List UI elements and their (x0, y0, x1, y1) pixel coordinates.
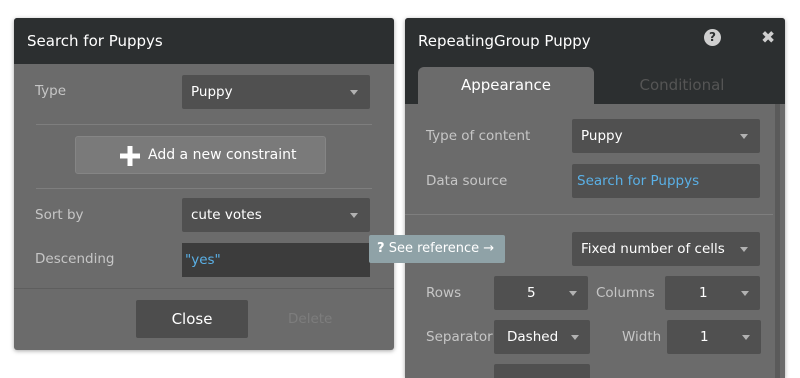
tab-appearance-label: Appearance (460, 76, 552, 94)
descending-input[interactable]: "yes" (182, 243, 370, 277)
data-source-input[interactable]: Search for Puppys (572, 164, 760, 198)
see-reference-tooltip[interactable]: ? See reference → (369, 235, 505, 263)
close-button[interactable]: Close (136, 300, 248, 338)
type-of-content-dropdown[interactable]: Puppy (572, 119, 760, 153)
separator-label: Separator (426, 329, 493, 345)
columns-label: Columns (596, 285, 655, 301)
width-label: Width (622, 329, 662, 345)
plus-icon (120, 146, 140, 166)
type-dropdown[interactable]: Puppy (182, 75, 370, 109)
tab-appearance[interactable]: Appearance (418, 67, 594, 104)
separator-value: Dashed (507, 329, 559, 345)
next-field[interactable] (494, 364, 590, 378)
layout-style-dropdown[interactable]: Fixed number of cells (572, 232, 760, 266)
tab-conditional-label: Conditional (639, 76, 725, 94)
help-icon[interactable]: ? (704, 29, 721, 46)
type-of-content-value: Puppy (581, 128, 623, 144)
divider (36, 188, 372, 189)
rows-label: Rows (426, 285, 462, 301)
descending-value: "yes" (185, 252, 221, 268)
width-value: 1 (700, 329, 709, 345)
descending-label: Descending (35, 251, 115, 267)
chevron-down-icon (350, 90, 358, 95)
data-source-value: Search for Puppys (577, 173, 700, 189)
chevron-down-icon (741, 291, 749, 296)
type-label: Type (35, 83, 67, 99)
chevron-down-icon (740, 134, 748, 139)
search-panel-header: Search for Puppys (14, 18, 394, 64)
divider (14, 288, 394, 289)
sort-by-dropdown[interactable]: cute votes (182, 198, 370, 232)
columns-dropdown[interactable]: 1 (665, 276, 760, 310)
chevron-down-icon (350, 213, 358, 218)
question-icon: ? (377, 241, 385, 256)
sort-by-label: Sort by (35, 207, 84, 223)
type-value: Puppy (191, 84, 233, 100)
type-of-content-label: Type of content (426, 128, 531, 144)
chevron-down-icon (569, 291, 577, 296)
divider (36, 124, 372, 125)
tab-conditional[interactable]: Conditional (594, 67, 770, 104)
repeating-group-header: RepeatingGroup Puppy (405, 18, 785, 64)
close-button-label: Close (171, 310, 213, 328)
close-icon[interactable]: ✖ (761, 28, 775, 48)
chevron-down-icon (740, 247, 748, 252)
search-panel-title: Search for Puppys (27, 32, 163, 50)
add-constraint-button[interactable]: Add a new constraint (75, 136, 326, 174)
scrollbar[interactable] (775, 104, 780, 378)
repeating-group-title: RepeatingGroup Puppy (418, 32, 591, 50)
width-dropdown[interactable]: 1 (667, 320, 761, 354)
chevron-down-icon (742, 335, 750, 340)
search-panel: Search for Puppys Type Puppy Add a new c… (14, 18, 394, 350)
add-constraint-label: Add a new constraint (148, 147, 297, 163)
rows-dropdown[interactable]: 5 (494, 276, 588, 310)
chevron-down-icon (571, 335, 579, 340)
columns-value: 1 (699, 285, 708, 301)
separator-dropdown[interactable]: Dashed (494, 320, 590, 354)
delete-button[interactable]: Delete (288, 311, 332, 327)
divider (405, 214, 773, 215)
layout-style-value: Fixed number of cells (581, 241, 725, 257)
data-source-label: Data source (426, 173, 508, 189)
rows-value: 5 (527, 285, 536, 301)
sort-by-value: cute votes (191, 207, 262, 223)
see-reference-label: See reference → (388, 241, 495, 256)
repeating-group-panel: RepeatingGroup Puppy ? ✖ Appearance Cond… (405, 18, 785, 378)
